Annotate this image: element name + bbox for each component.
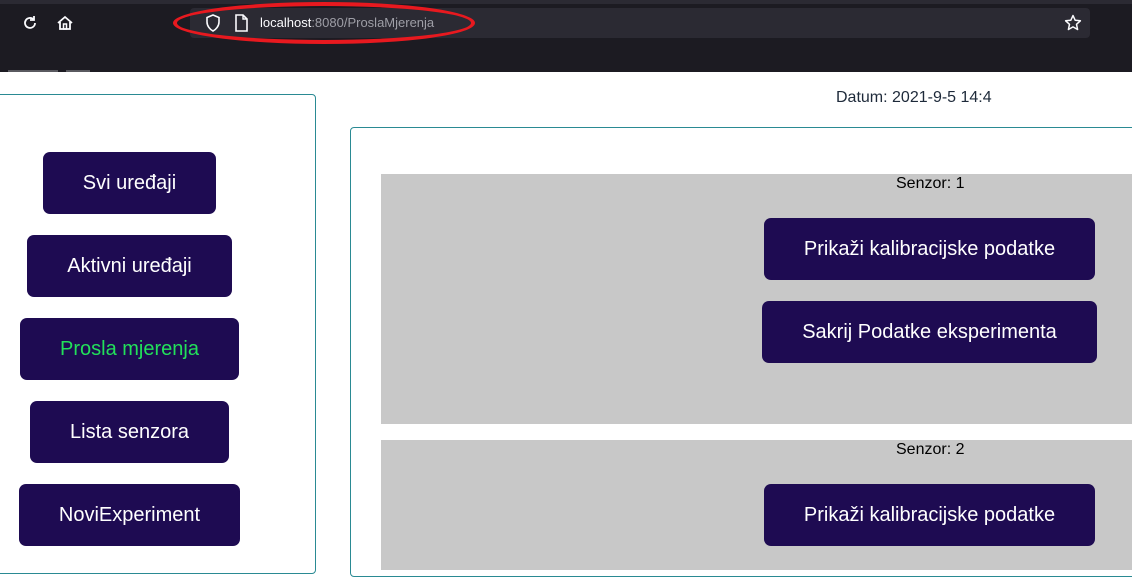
hide-experiment-data-button[interactable]: Sakrij Podatke eksperimenta <box>762 301 1097 363</box>
show-calibration-button[interactable]: Prikaži kalibracijske podatke <box>764 484 1095 546</box>
sensor-card <box>381 174 1132 424</box>
sidebar-item-aktivni-uredaji[interactable]: Aktivni uređaji <box>27 235 232 297</box>
sidebar-item-lista-senzora[interactable]: Lista senzora <box>30 401 229 463</box>
bookmark-fragment <box>66 70 90 72</box>
sidebar-item-novi-experiment[interactable]: NoviExperiment <box>19 484 240 546</box>
sidebar-item-prosla-mjerenja[interactable]: Prosla mjerenja <box>20 318 239 380</box>
browser-toolbar: localhost:8080/ProslaMjerenja <box>0 0 1132 72</box>
bookmark-fragment <box>8 70 58 72</box>
sensor-title: Senzor: 1 <box>896 175 965 192</box>
sensor-title: Senzor: 2 <box>896 441 965 458</box>
tab-strip-edge <box>0 0 1132 4</box>
sidebar-item-svi-uredaji[interactable]: Svi uređaji <box>43 152 216 214</box>
date-label: Datum: 2021-9-5 14:4 <box>836 89 992 106</box>
show-calibration-button[interactable]: Prikaži kalibracijske podatke <box>764 218 1095 280</box>
star-icon[interactable] <box>1064 14 1082 37</box>
home-icon[interactable] <box>55 13 75 33</box>
annotation-ellipse <box>173 2 475 44</box>
reload-icon[interactable] <box>20 13 40 33</box>
